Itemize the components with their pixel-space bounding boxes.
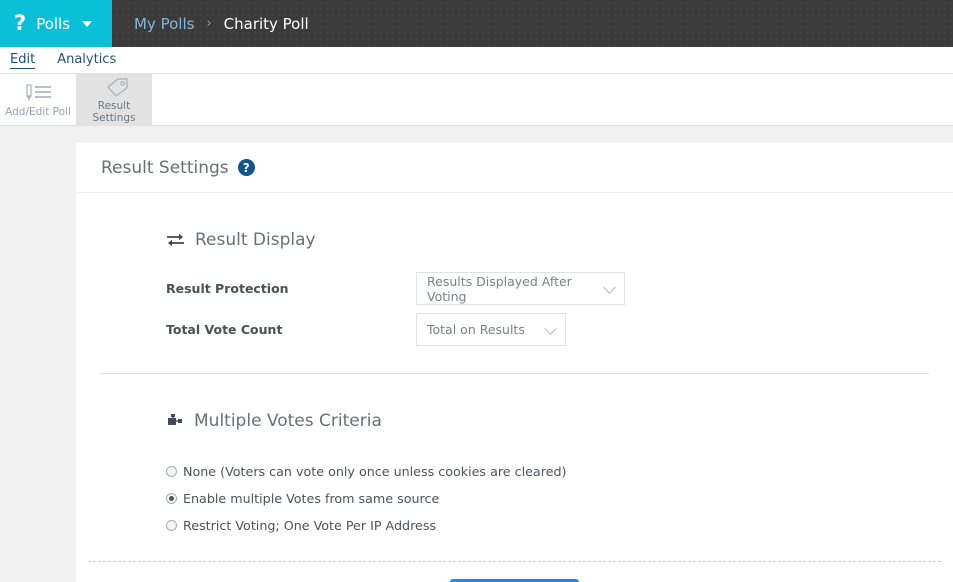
polls-logo-icon: ? [14,11,27,35]
radio-button[interactable] [166,493,177,504]
section-header-result-display: Result Display [88,193,941,250]
result-display-section: Result Display Result Protection Results… [76,193,953,374]
section-title: Multiple Votes Criteria [194,411,382,431]
chevron-down-icon [544,321,557,335]
field-row-total-vote-count: Total Vote Count Total on Results [88,313,941,346]
radio-label: None (Voters can vote only once unless c… [183,464,567,479]
breadcrumb-current: Charity Poll [223,14,309,33]
select-result-protection[interactable]: Results Displayed After Voting [416,272,625,305]
radio-option-restrict-ip[interactable]: Restrict Voting; One Vote Per IP Address [166,512,941,539]
multiple-votes-radio-group: None (Voters can vote only once unless c… [88,431,941,539]
sitemap-icon [166,413,184,429]
card-footer: Save Changes [88,562,941,582]
chevron-down-icon[interactable] [82,20,93,27]
top-bar: ? Polls My Polls › Charity Poll [0,0,953,47]
breadcrumb-separator-icon: › [206,16,212,31]
field-row-result-protection: Result Protection Results Displayed Afte… [88,272,941,305]
toolbar-button-label: Add/Edit Poll [5,105,71,118]
toolbar-button-add-edit-poll[interactable]: Add/Edit Poll [0,74,76,126]
toolbar-button-label: Result Settings [92,99,136,124]
radio-label: Restrict Voting; One Vote Per IP Address [183,518,437,533]
radio-button[interactable] [166,520,177,531]
breadcrumb: My Polls › Charity Poll [112,0,309,47]
radio-label: Enable multiple Votes from same source [183,491,440,506]
pen-lines-icon [21,83,55,103]
tab-edit[interactable]: Edit [10,52,36,69]
brand-label: Polls [36,14,71,33]
tag-icon [97,77,131,97]
result-display-fields: Result Protection Results Displayed Afte… [88,272,941,346]
result-settings-card: Result Settings ? Result Display Result … [76,143,953,582]
label-total-vote-count: Total Vote Count [166,322,283,337]
page-title: Result Settings [101,157,229,178]
multiple-votes-section: Multiple Votes Criteria None (Voters can… [76,374,953,582]
page-body: Result Settings ? Result Display Result … [0,126,953,582]
card-header: Result Settings ? [76,143,953,193]
select-value: Results Displayed After Voting [427,273,572,304]
brand-home-button[interactable]: ? Polls [0,0,112,47]
help-circle-icon[interactable]: ? [237,159,255,176]
toolbar-button-result-settings[interactable]: Result Settings [76,74,152,126]
tab-analytics[interactable]: Analytics [57,52,116,68]
select-value: Total on Results [427,322,525,337]
app-root: ? Polls My Polls › Charity Poll Edit Ana… [0,0,953,582]
section-title: Result Display [195,230,316,250]
chevron-down-icon [603,280,616,294]
label-result-protection: Result Protection [166,281,289,296]
breadcrumb-parent-link[interactable]: My Polls [134,15,194,33]
select-total-vote-count[interactable]: Total on Results [416,313,566,346]
radio-option-none[interactable]: None (Voters can vote only once unless c… [166,458,941,485]
exchange-arrows-icon [166,232,185,248]
radio-option-enable-multiple[interactable]: Enable multiple Votes from same source [166,485,941,512]
radio-button[interactable] [166,466,177,477]
tab-bar: Edit Analytics [0,47,953,74]
section-header-multiple-votes: Multiple Votes Criteria [88,374,941,431]
toolbar: Add/Edit Poll Result Settings [0,74,953,126]
